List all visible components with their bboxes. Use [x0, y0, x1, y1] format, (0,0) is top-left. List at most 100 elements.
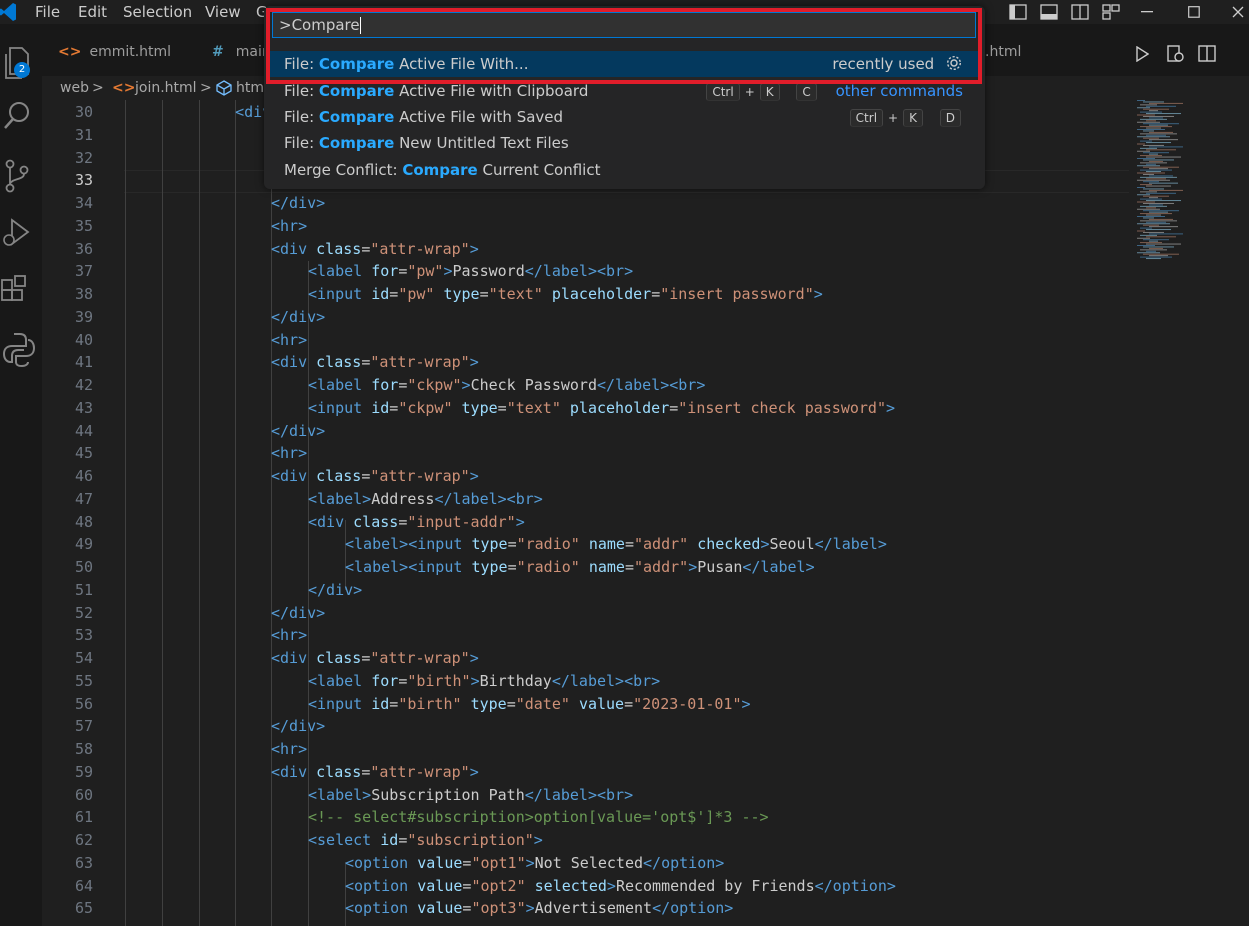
toggle-sidebar-icon[interactable]	[1009, 4, 1027, 20]
code-line[interactable]: 57 </div>	[42, 715, 1129, 738]
code-line[interactable]: 49 <label><input type="radio" name="addr"…	[42, 533, 1129, 556]
code-line[interactable]: 63 <option value="opt1">Not Selected</opt…	[42, 852, 1129, 875]
toggle-panel-icon[interactable]	[1040, 4, 1058, 20]
minimap[interactable]	[1129, 100, 1249, 926]
code-text: <hr>	[271, 626, 308, 645]
code-line[interactable]: 53 <hr>	[42, 624, 1129, 647]
minimap-line	[1140, 133, 1177, 135]
command-palette-input[interactable]: >Compare	[272, 12, 976, 38]
minimap-line	[1140, 191, 1157, 193]
code-line[interactable]: 50 <label><input type="radio" name="addr"…	[42, 556, 1129, 579]
code-line[interactable]: 58 <hr>	[42, 738, 1129, 761]
command-item-merge-conflict-compare[interactable]: Merge Conflict: Compare Current Conflict	[268, 157, 979, 183]
keybinding-key: K	[759, 83, 780, 101]
code-line[interactable]: 46 <div class="attr-wrap">	[42, 465, 1129, 488]
code-line[interactable]: 55 <label for="birth">Birthday</label><br…	[42, 670, 1129, 693]
line-number: 34	[74, 194, 93, 212]
tab-emmit[interactable]: <> emmit.html	[58, 24, 171, 76]
split-editor-icon[interactable]	[1198, 45, 1216, 63]
code-line[interactable]: 44 </div>	[42, 420, 1129, 443]
command-label: Merge Conflict: Compare Current Conflict	[284, 161, 601, 179]
code-text: <label>Subscription Path</label><br>	[308, 785, 634, 804]
code-line[interactable]: 40 <hr>	[42, 329, 1129, 352]
command-item-compare-with-saved[interactable]: File: Compare Active File with Saved Ctr…	[268, 104, 979, 130]
minimize-icon[interactable]	[1141, 11, 1153, 13]
code-line[interactable]: 41 <div class="attr-wrap">	[42, 351, 1129, 374]
minimap-line	[1146, 171, 1161, 173]
breadcrumb-separator: >	[92, 80, 104, 96]
customize-layout-icon[interactable]	[1102, 4, 1120, 20]
line-number: 55	[74, 671, 93, 690]
code-text: <option value="opt3">Advertisement</opti…	[345, 899, 734, 918]
code-line[interactable]: 47 <label>Address</label><br>	[42, 488, 1129, 511]
line-number: 40	[74, 330, 93, 349]
code-line[interactable]: 39 </div>	[42, 306, 1129, 329]
minimap-line	[1143, 210, 1179, 212]
code-line[interactable]: 56 <input id="birth" type="date" value="2…	[42, 693, 1129, 716]
tab-label: .html	[985, 44, 1022, 60]
search-icon[interactable]	[0, 96, 42, 136]
code-line[interactable]: 52 </div>	[42, 602, 1129, 625]
code-line[interactable]: 60 <label>Subscription Path</label><br>	[42, 784, 1129, 807]
minimap-line	[1149, 240, 1158, 242]
code-line[interactable]: 42 <label for="ckpw">Check Password</labe…	[42, 374, 1129, 397]
command-item-compare-active-file-with[interactable]: File: Compare Active File With... recent…	[268, 51, 979, 77]
code-line[interactable]: 45 <hr>	[42, 442, 1129, 465]
command-item-compare-with-clipboard[interactable]: File: Compare Active File with Clipboard…	[268, 78, 979, 104]
extensions-icon[interactable]	[0, 272, 42, 312]
gear-icon[interactable]	[945, 54, 963, 72]
other-commands-link[interactable]: other commands	[836, 82, 963, 100]
code-line[interactable]: 36 <div class="attr-wrap">	[42, 238, 1129, 261]
code-text: </div>	[271, 307, 326, 326]
keybinding-key: Ctrl	[849, 109, 884, 127]
code-text: <div class="attr-wrap">	[271, 239, 479, 258]
command-item-compare-new-untitled[interactable]: File: Compare New Untitled Text Files	[268, 130, 979, 156]
run-icon[interactable]	[1135, 46, 1149, 62]
code-text: <label>Address</label><br>	[308, 489, 543, 508]
tab-join[interactable]: .html	[985, 24, 1021, 76]
code-line[interactable]: 59 <div class="attr-wrap">	[42, 761, 1129, 784]
code-line[interactable]: 38 <input id="pw" type="text" placeholder…	[42, 283, 1129, 306]
code-line[interactable]: 64 <option value="opt2" selected>Recommen…	[42, 875, 1129, 898]
maximize-icon[interactable]	[1188, 6, 1200, 18]
toggle-secondary-sidebar-icon[interactable]	[1071, 4, 1089, 20]
source-control-icon[interactable]	[0, 156, 42, 196]
menu-selection[interactable]: Selection	[123, 3, 192, 21]
minimap-line	[1143, 181, 1159, 183]
code-line[interactable]: 54 <div class="attr-wrap">	[42, 647, 1129, 670]
minimap-line	[1137, 121, 1160, 123]
minimap-line	[1149, 117, 1163, 119]
minimap-line	[1143, 231, 1164, 233]
code-text: <div class="attr-wrap">	[271, 762, 479, 781]
breadcrumb-folder[interactable]: web	[60, 80, 89, 96]
code-line[interactable]: 61 <!-- select#subscription>option[value=…	[42, 806, 1129, 829]
code-line[interactable]: 51 </div>	[42, 579, 1129, 602]
breadcrumb-file[interactable]: join.html	[135, 80, 197, 96]
keybinding-key: C	[796, 83, 817, 101]
python-icon[interactable]	[0, 330, 42, 370]
code-line[interactable]: 48 <div class="input-addr">	[42, 511, 1129, 534]
run-debug-icon[interactable]	[0, 214, 42, 254]
command-label: File: Compare Active File With...	[284, 55, 529, 73]
command-meta: recently used	[832, 51, 963, 77]
minimap-line	[1143, 115, 1174, 117]
minimap-line	[1140, 126, 1172, 128]
minimap-line	[1137, 216, 1165, 217]
open-preview-icon[interactable]	[1167, 45, 1185, 63]
code-editor[interactable]: 30 <div 31 32 33 34 </div> 35 <hr> 36 <div class=…	[42, 100, 1129, 926]
line-number: 54	[74, 649, 93, 667]
code-line[interactable]: 37 <label for="pw">Password</label><br>	[42, 260, 1129, 283]
code-line[interactable]: 43 <input id="ckpw" type="text" placehold…	[42, 397, 1129, 420]
code-text: <label><input type="radio" name="addr" c…	[345, 535, 887, 554]
code-line[interactable]: 34 </div>	[42, 192, 1129, 215]
keybinding-plus: +	[744, 85, 755, 99]
menu-view[interactable]: View	[205, 3, 241, 21]
code-line[interactable]: 65 <option value="opt3">Advertisement</op…	[42, 897, 1129, 920]
close-icon[interactable]	[1232, 6, 1244, 18]
menu-file[interactable]: File	[35, 3, 60, 21]
code-line[interactable]: 35 <hr>	[42, 215, 1129, 238]
menu-edit[interactable]: Edit	[78, 3, 107, 21]
code-line[interactable]: 62 <select id="subscription">	[42, 829, 1129, 852]
minimap-line	[1143, 217, 1154, 219]
tab-main[interactable]: # main	[212, 24, 271, 76]
